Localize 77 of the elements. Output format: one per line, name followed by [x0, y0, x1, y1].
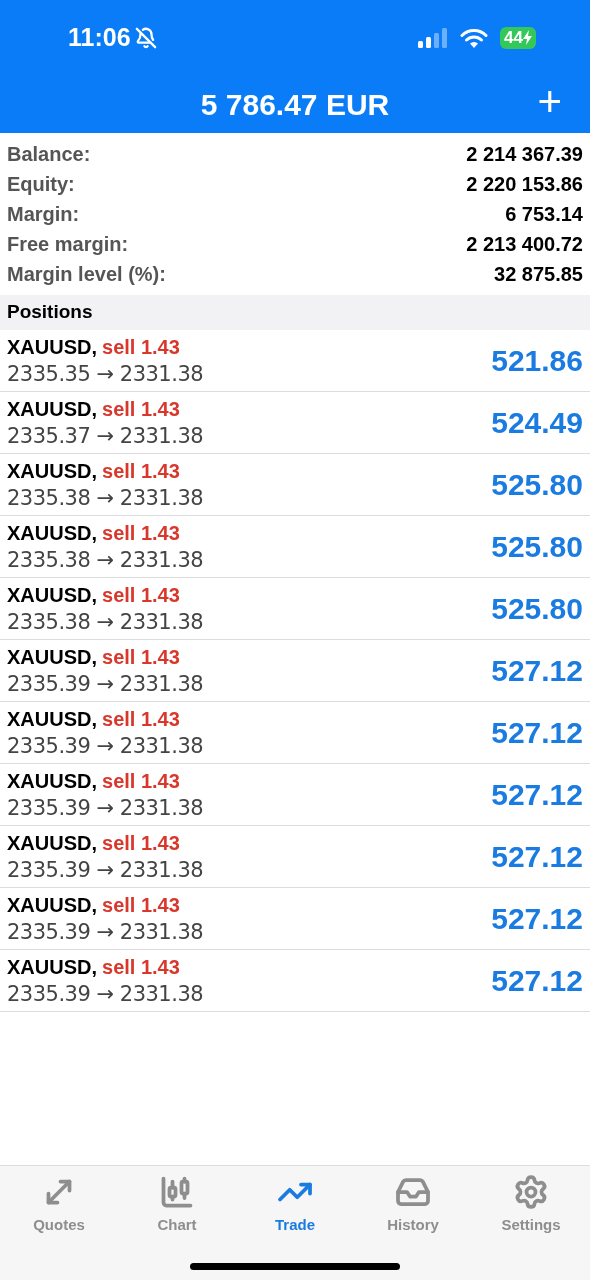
position-prices: 2335.39 → 2331.38	[7, 856, 204, 884]
position-side: sell 1.43	[102, 582, 180, 608]
position-profit: 525.80	[491, 591, 583, 627]
position-side: sell 1.43	[102, 520, 180, 546]
position-profit: 525.80	[491, 467, 583, 503]
position-symbol: XAUUSD,	[7, 892, 97, 918]
position-prices: 2335.39 → 2331.38	[7, 732, 204, 760]
position-side: sell 1.43	[102, 644, 180, 670]
tab-item[interactable]: Trade	[245, 1174, 345, 1237]
candlestick-icon	[159, 1174, 195, 1210]
bell-off-icon	[134, 26, 157, 49]
position-prices: 2335.39 → 2331.38	[7, 918, 204, 946]
add-button[interactable]: +	[537, 81, 562, 123]
position-prices: 2335.35 → 2331.38	[7, 360, 204, 388]
position-side: sell 1.43	[102, 954, 180, 980]
position-side: sell 1.43	[102, 334, 180, 360]
position-row[interactable]: XAUUSD, sell 1.43 2335.39 → 2331.38 527.12	[0, 640, 590, 702]
position-profit: 527.12	[491, 777, 583, 813]
charging-bolt-icon	[523, 30, 532, 45]
summary-label: Balance:	[7, 142, 91, 167]
position-symbol: XAUUSD,	[7, 644, 97, 670]
summary-value: 32 875.85	[494, 262, 583, 287]
position-side: sell 1.43	[102, 706, 180, 732]
position-prices: 2335.39 → 2331.38	[7, 980, 204, 1008]
position-row[interactable]: XAUUSD, sell 1.43 2335.38 → 2331.38 525.80	[0, 578, 590, 640]
position-row[interactable]: XAUUSD, sell 1.43 2335.38 → 2331.38 525.80	[0, 516, 590, 578]
position-profit: 527.12	[491, 839, 583, 875]
position-side: sell 1.43	[102, 396, 180, 422]
position-symbol: XAUUSD,	[7, 396, 97, 422]
summary-value: 2 220 153.86	[466, 172, 583, 197]
position-row[interactable]: XAUUSD, sell 1.43 2335.35 → 2331.38 521.86	[0, 330, 590, 392]
position-side: sell 1.43	[102, 768, 180, 794]
position-profit: 521.86	[491, 343, 583, 379]
position-profit: 527.12	[491, 901, 583, 937]
position-prices: 2335.38 → 2331.38	[7, 484, 204, 512]
signal-icon	[418, 27, 449, 48]
section-header: Positions	[7, 300, 93, 325]
settings-icon	[513, 1174, 549, 1210]
summary-label: Margin level (%):	[7, 262, 166, 287]
position-row[interactable]: XAUUSD, sell 1.43 2335.37 → 2331.38 524.49	[0, 392, 590, 454]
position-symbol: XAUUSD,	[7, 954, 97, 980]
position-prices: 2335.39 → 2331.38	[7, 794, 204, 822]
position-row[interactable]: XAUUSD, sell 1.43 2335.39 → 2331.38 527.12	[0, 826, 590, 888]
position-profit: 527.12	[491, 715, 583, 751]
position-profit: 525.80	[491, 529, 583, 565]
position-symbol: XAUUSD,	[7, 334, 97, 360]
position-prices: 2335.38 → 2331.38	[7, 608, 204, 636]
position-symbol: XAUUSD,	[7, 582, 97, 608]
summary-label: Margin:	[7, 202, 80, 227]
battery-indicator: 44	[500, 26, 536, 49]
account-profit-title: 5 786.47 EUR	[200, 86, 390, 123]
summary-value: 2 214 367.39	[466, 142, 583, 167]
position-profit: 527.12	[491, 963, 583, 999]
position-row[interactable]: XAUUSD, sell 1.43 2335.39 → 2331.38 527.12	[0, 702, 590, 764]
position-prices: 2335.38 → 2331.38	[7, 546, 204, 574]
position-row[interactable]: XAUUSD, sell 1.43 2335.39 → 2331.38 527.12	[0, 950, 590, 1012]
position-symbol: XAUUSD,	[7, 706, 97, 732]
status-time: 11:06	[68, 21, 131, 53]
summary-label: Free margin:	[7, 232, 129, 257]
position-side: sell 1.43	[102, 458, 180, 484]
position-symbol: XAUUSD,	[7, 768, 97, 794]
position-symbol: XAUUSD,	[7, 458, 97, 484]
summary-value: 2 213 400.72	[466, 232, 583, 257]
position-profit: 527.12	[491, 653, 583, 689]
position-symbol: XAUUSD,	[7, 520, 97, 546]
summary-label: Equity:	[7, 172, 75, 197]
wifi-icon	[460, 27, 489, 48]
position-prices: 2335.39 → 2331.38	[7, 670, 204, 698]
position-row[interactable]: XAUUSD, sell 1.43 2335.39 → 2331.38 527.12	[0, 764, 590, 826]
summary-value: 6 753.14	[505, 202, 583, 227]
position-side: sell 1.43	[102, 830, 180, 856]
position-profit: 524.49	[491, 405, 583, 441]
position-side: sell 1.43	[102, 892, 180, 918]
position-row[interactable]: XAUUSD, sell 1.43 2335.39 → 2331.38 527.12	[0, 888, 590, 950]
position-prices: 2335.37 → 2331.38	[7, 422, 204, 450]
position-row[interactable]: XAUUSD, sell 1.43 2335.38 → 2331.38 525.80	[0, 454, 590, 516]
position-symbol: XAUUSD,	[7, 830, 97, 856]
